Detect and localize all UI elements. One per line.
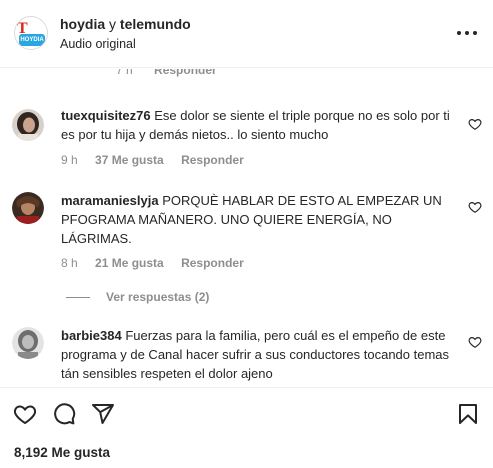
collaborator-username[interactable]: telemundo <box>120 16 191 32</box>
brand-badge: HOYDIA <box>19 34 45 46</box>
comment-likes[interactable]: 37 Me gusta <box>95 153 164 167</box>
audio-link[interactable]: Audio original <box>60 37 136 51</box>
post-authors: hoydia y telemundo <box>60 16 191 32</box>
heart-icon[interactable] <box>468 200 482 214</box>
heart-icon[interactable] <box>468 117 482 131</box>
comment-icon[interactable] <box>52 402 76 426</box>
replies-divider-line <box>66 297 90 299</box>
comment-username[interactable]: tuexquisitez76 <box>61 108 151 123</box>
partial-comment-meta: 7 h Responder <box>116 69 217 77</box>
comment-meta: 8 h 21 Me gusta Responder <box>61 256 258 270</box>
view-replies-button[interactable]: Ver respuestas (2) <box>66 290 209 304</box>
comment-time: 9 h <box>61 153 78 167</box>
share-icon[interactable] <box>91 402 115 426</box>
comment-body: barbie384 Fuerzas para la familia, pero … <box>61 326 451 383</box>
heart-icon[interactable] <box>468 335 482 349</box>
heart-icon[interactable] <box>13 402 37 426</box>
view-replies-label: Ver respuestas (2) <box>106 290 210 304</box>
comments-list[interactable]: 7 h Responder tuexquisitez76 Ese dolor s… <box>0 69 493 386</box>
reply-button[interactable]: Responder <box>181 256 244 270</box>
comment-username[interactable]: barbie384 <box>61 328 122 343</box>
comment-body: tuexquisitez76 Ese dolor se siente el tr… <box>61 106 451 144</box>
post-actions: 8,192 Me gusta <box>0 387 493 468</box>
comment-avatar[interactable] <box>12 109 44 141</box>
post-header: T HOYDIA hoydia y telemundo Audio origin… <box>0 0 493 68</box>
reply-button[interactable]: Responder <box>181 153 244 167</box>
comment-body: maramanieslyja PORQUÈ HABLAR DE ESTO AL … <box>61 191 451 248</box>
comment-likes[interactable]: 21 Me gusta <box>95 256 164 270</box>
authors-connector: y <box>109 16 117 32</box>
account-avatar[interactable]: T HOYDIA <box>14 16 48 50</box>
comment-time: 7 h <box>116 69 133 77</box>
more-options-icon[interactable] <box>456 26 478 40</box>
comment-username[interactable]: maramanieslyja <box>61 193 159 208</box>
comment-meta: 9 h 37 Me gusta Responder <box>61 153 258 167</box>
comment-avatar[interactable] <box>12 192 44 224</box>
bookmark-icon[interactable] <box>456 402 480 426</box>
comment-avatar[interactable] <box>12 327 44 359</box>
reply-button[interactable]: Responder <box>154 69 217 77</box>
account-username[interactable]: hoydia <box>60 16 105 32</box>
comment-time: 8 h <box>61 256 78 270</box>
post-likes-count[interactable]: 8,192 Me gusta <box>14 445 110 460</box>
